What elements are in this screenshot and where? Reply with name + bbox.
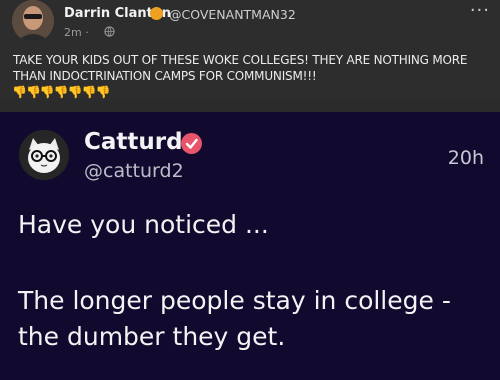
tweet-text-line-1: Have you noticed ... [18,210,269,239]
tweet-timestamp: 20h [447,147,484,169]
verified-check-icon [181,133,202,154]
verified-badge-icon [150,7,163,20]
tweet-author-name: Catturd [84,129,183,155]
facebook-post: Darrin Clanton @COVENANTMAN32 2m · ··· T… [0,0,500,100]
tweet-avatar [19,130,69,180]
cat-with-glasses-avatar-image [19,130,69,180]
post-timestamp[interactable]: 2m · [64,26,89,39]
tweet-author-handle: @catturd2 [84,160,184,182]
thumbs-down-emojis: 👎👎👎👎👎👎👎 [12,85,111,99]
globe-icon [104,26,115,40]
more-options-button[interactable]: ··· [470,0,490,21]
post-text: TAKE YOUR KIDS OUT OF THESE WOKE COLLEGE… [13,53,468,83]
author-avatar[interactable] [12,0,54,42]
tweet-text-line-3: the dumber they get. [18,322,286,351]
tweet-text-line-2: The longer people stay in college - [18,286,451,315]
author-avatar-image [12,0,54,42]
embedded-tweet-image: Catturd @catturd2 20h Have you noticed .… [0,112,500,380]
author-handle[interactable]: @COVENANTMAN32 [169,7,296,22]
